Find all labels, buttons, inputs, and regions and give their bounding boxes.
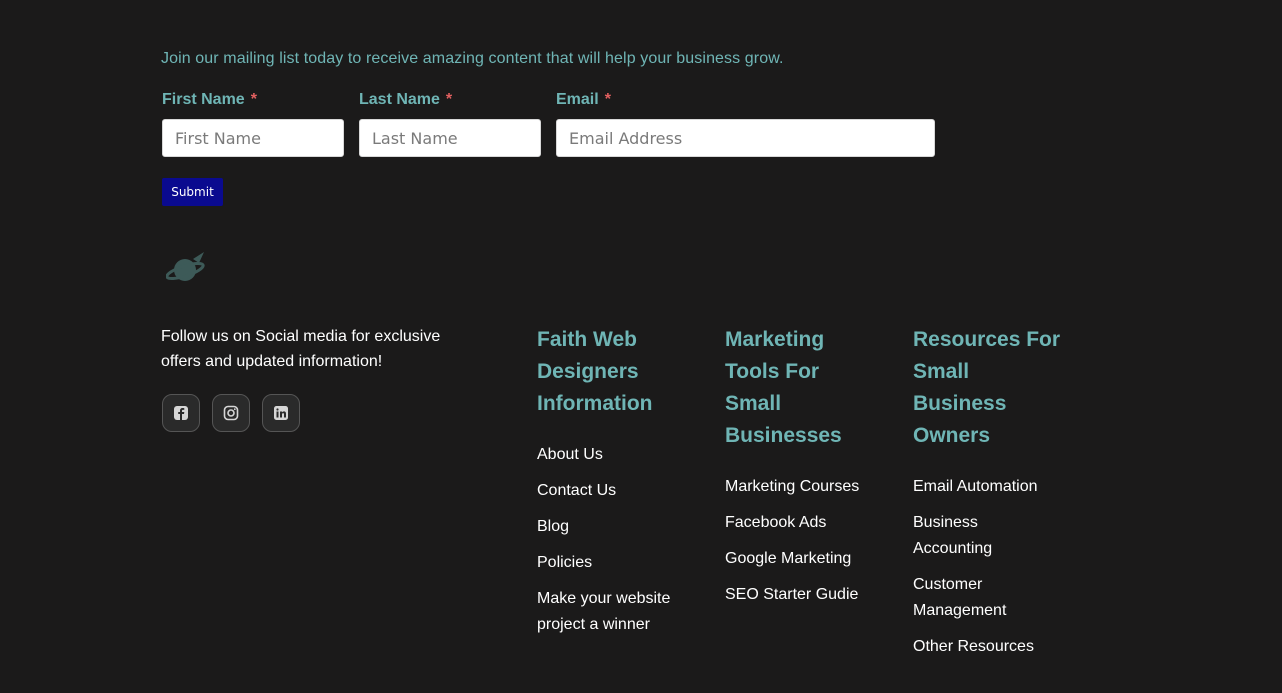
instagram-icon [223,405,239,421]
first-name-input[interactable] [162,119,344,157]
resources-links: Email Automation Business Accounting Cus… [913,474,1053,670]
footer-link-marketing-courses[interactable]: Marketing Courses [725,474,895,500]
footer-link-blog[interactable]: Blog [537,514,702,540]
email-input[interactable] [556,119,935,157]
column-heading-resources: Resources For Small Business Owners [913,328,1061,447]
footer-link-about-us[interactable]: About Us [537,442,702,468]
facebook-icon [174,406,188,420]
newsletter-intro: Join our mailing list today to receive a… [161,50,784,67]
footer-link-contact-us[interactable]: Contact Us [537,478,702,504]
footer-link-policies[interactable]: Policies [537,550,702,576]
planet-rocket-icon [166,252,205,281]
last-name-label: Last Name * [359,91,453,108]
marketing-tools-links: Marketing Courses Facebook Ads Google Ma… [725,474,895,618]
footer-link-business-accounting[interactable]: Business Accounting [913,510,1053,562]
instagram-link[interactable] [212,394,250,432]
email-label: Email * [556,91,611,108]
column-heading-marketing-tools: Marketing Tools For Small Businesses [725,328,842,447]
last-name-input[interactable] [359,119,541,157]
footer-link-other-resources[interactable]: Other Resources [913,634,1053,660]
required-mark: * [250,91,257,108]
footer-link-seo-starter-guide[interactable]: SEO Starter Gudie [725,582,895,608]
column-heading-faith-web-designers: Faith Web Designers Information [537,328,653,415]
linkedin-link[interactable] [262,394,300,432]
facebook-link[interactable] [162,394,200,432]
required-mark: * [445,91,453,108]
required-mark: * [604,91,611,108]
footer-link-google-marketing[interactable]: Google Marketing [725,546,895,572]
footer-link-customer-management[interactable]: Customer Management [913,572,1053,624]
footer-link-email-automation[interactable]: Email Automation [913,474,1053,500]
faith-web-designers-links: About Us Contact Us Blog Policies Make y… [537,442,702,648]
first-name-label: First Name * [162,91,257,108]
follow-text: Follow us on Social media for exclusive … [161,328,441,370]
linkedin-icon [274,406,288,420]
submit-button[interactable]: Submit [162,178,223,206]
footer-link-facebook-ads[interactable]: Facebook Ads [725,510,895,536]
footer-link-website-project[interactable]: Make your website project a winner [537,586,702,638]
